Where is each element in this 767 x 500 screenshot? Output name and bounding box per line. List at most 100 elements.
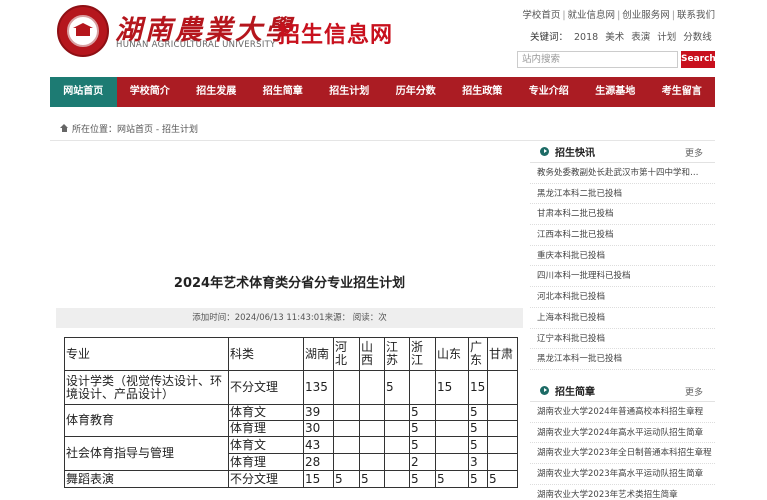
top-link-jobs[interactable]: 就业信息网 — [568, 10, 616, 21]
table-header-row: 专业 科类 湖南 河北 山西 江苏 浙江 山东 广东 甘肃 — [64, 337, 518, 371]
article-meta: 添加时间：2024/06/13 11:43:01来源： 阅读：次 — [56, 308, 523, 328]
category-cell: 体育理 — [228, 420, 304, 437]
value-cell — [384, 404, 410, 421]
breadcrumb-path[interactable]: 网站首页 - 招生计划 — [117, 125, 198, 135]
value-cell — [487, 420, 518, 437]
value-cell — [384, 453, 410, 471]
nav-bases[interactable]: 生源基地 — [582, 77, 649, 107]
category-cell: 体育理 — [228, 453, 304, 471]
nav-development[interactable]: 招生发展 — [183, 77, 250, 107]
nav-majors[interactable]: 专业介绍 — [516, 77, 583, 107]
value-cell — [435, 420, 469, 437]
category-cell: 体育文 — [228, 436, 304, 454]
value-cell — [333, 370, 360, 405]
hot-keyword[interactable]: 2018 — [574, 32, 598, 43]
list-item[interactable]: 重庆本科批已投档 — [530, 246, 715, 267]
list-item[interactable]: 甘肃本科二批已投档 — [530, 204, 715, 226]
value-cell — [333, 453, 360, 471]
value-cell: 15 — [435, 370, 469, 405]
top-link-startup[interactable]: 创业服务网 — [622, 10, 670, 21]
search-input[interactable]: 站内搜索 — [517, 51, 678, 68]
value-cell — [487, 453, 518, 471]
value-cell — [359, 453, 385, 471]
top-link-home[interactable]: 学校首页 — [522, 10, 560, 21]
list-item[interactable]: 湖南农业大学2023年全日制普通本科招生章程 — [530, 443, 715, 465]
sidebar-brochure-more-link[interactable]: 更多 — [685, 385, 703, 398]
list-item[interactable]: 湖南农业大学2024年普通高校本科招生章程 — [530, 402, 715, 423]
sidebar-brochure-title[interactable]: 招生简章 — [555, 383, 595, 398]
list-item[interactable]: 黑龙江本科二批已投档 — [530, 184, 715, 205]
value-cell: 15 — [303, 470, 334, 488]
value-cell: 5 — [487, 470, 518, 488]
sidebar-brochure: 招生简章 更多 湖南农业大学2024年普通高校本科招生章程 湖南农业大学2024… — [530, 380, 715, 500]
list-item[interactable]: 辽宁本科批已投档 — [530, 329, 715, 350]
brochure-list: 湖南农业大学2024年普通高校本科招生章程 湖南农业大学2024年高水平运动队招… — [530, 402, 715, 500]
list-item[interactable]: 河北本科批已投档 — [530, 287, 715, 308]
site-title[interactable]: 招生信息网 — [278, 17, 393, 49]
value-cell: 5 — [359, 470, 385, 488]
list-item[interactable]: 上海本科批已投档 — [530, 308, 715, 329]
list-item[interactable]: 湖南农业大学2023年艺术类招生简章 — [530, 485, 715, 500]
value-cell: 5 — [333, 470, 360, 488]
header-cell: 甘肃 — [487, 337, 518, 371]
hot-keyword[interactable]: 分数线 — [683, 32, 712, 43]
nav-policy[interactable]: 招生政策 — [449, 77, 516, 107]
header-cell: 湖南 — [303, 337, 334, 371]
list-item[interactable]: 江西本科二批已投档 — [530, 225, 715, 246]
category-cell: 体育文 — [228, 404, 304, 421]
value-cell: 135 — [303, 370, 334, 405]
major-cell: 设计学类（视觉传达设计、环境设计、产品设计） — [64, 370, 229, 405]
nav-message[interactable]: 考生留言 — [649, 77, 716, 107]
value-cell — [384, 436, 410, 454]
sidebar-news-title[interactable]: 招生快讯 — [555, 144, 595, 159]
value-cell: 5 — [409, 436, 436, 454]
article-title: 2024年艺术体育类分省分专业招生计划 — [173, 276, 406, 291]
sidebar-news-header: 招生快讯 更多 — [530, 141, 715, 163]
news-list: 教务处委教副处长赴武汉市第十四中学和… 黑龙江本科二批已投档 甘肃本科二批已投档… — [530, 163, 715, 370]
header-cell: 山东 — [435, 337, 469, 371]
sidebar-news: 招生快讯 更多 教务处委教副处长赴武汉市第十四中学和… 黑龙江本科二批已投档 甘… — [530, 141, 715, 370]
value-cell: 28 — [303, 453, 334, 471]
major-cell: 社会体育指导与管理 — [64, 436, 229, 471]
hot-keyword[interactable]: 美术 — [605, 32, 624, 43]
nav-plan[interactable]: 招生计划 — [316, 77, 383, 107]
sidebar-news-more-link[interactable]: 更多 — [685, 146, 703, 159]
value-cell — [359, 370, 385, 405]
school-name-en: HUNAN AGRICULTURAL UNIVERSITY — [116, 40, 276, 50]
hot-keywords-label: 关键词： — [530, 32, 569, 43]
building-icon — [73, 23, 93, 36]
value-cell: 5 — [409, 404, 436, 421]
value-cell — [384, 420, 410, 437]
value-cell — [435, 436, 469, 454]
university-logo-icon[interactable] — [57, 5, 109, 57]
nav-about[interactable]: 学校简介 — [117, 77, 184, 107]
hot-keyword[interactable]: 表演 — [631, 32, 650, 43]
nav-home[interactable]: 网站首页 — [50, 77, 117, 107]
play-circle-icon — [540, 147, 549, 156]
header-cell: 河北 — [333, 337, 360, 371]
list-item[interactable]: 湖南农业大学2023年高水平运动队招生简章 — [530, 464, 715, 485]
header-cell: 山西 — [359, 337, 385, 371]
list-item[interactable]: 四川本科一批理科已投档 — [530, 266, 715, 288]
nav-brochure[interactable]: 招生简章 — [250, 77, 317, 107]
value-cell — [487, 404, 518, 421]
value-cell: 5 — [435, 470, 469, 488]
list-item[interactable]: 湖南农业大学2024年高水平运动队招生简章 — [530, 423, 715, 444]
value-cell: 5 — [468, 470, 488, 488]
enrollment-plan-table: 专业 科类 湖南 河北 山西 江苏 浙江 山东 广东 甘肃 设计学类（视觉传达设… — [64, 337, 518, 488]
value-cell — [333, 404, 360, 421]
list-item[interactable]: 教务处委教副处长赴武汉市第十四中学和… — [530, 163, 715, 184]
value-cell — [359, 420, 385, 437]
value-cell: 3 — [468, 453, 488, 471]
value-cell: 5 — [384, 370, 410, 405]
list-item[interactable]: 黑龙江本科一批已投档 — [530, 349, 715, 370]
breadcrumb: 所在位置：网站首页 - 招生计划 — [60, 122, 198, 135]
value-cell — [435, 404, 469, 421]
table-row: 舞蹈表演 不分文理 15 5 5 5 5 5 5 — [64, 470, 518, 488]
value-cell: 39 — [303, 404, 334, 421]
hot-keyword[interactable]: 计划 — [657, 32, 676, 43]
search-button[interactable]: Search — [681, 51, 716, 68]
top-link-contact[interactable]: 联系我们 — [677, 10, 715, 21]
table-row: 设计学类（视觉传达设计、环境设计、产品设计） 不分文理 135 5 15 15 — [64, 370, 518, 405]
nav-scores[interactable]: 历年分数 — [383, 77, 450, 107]
